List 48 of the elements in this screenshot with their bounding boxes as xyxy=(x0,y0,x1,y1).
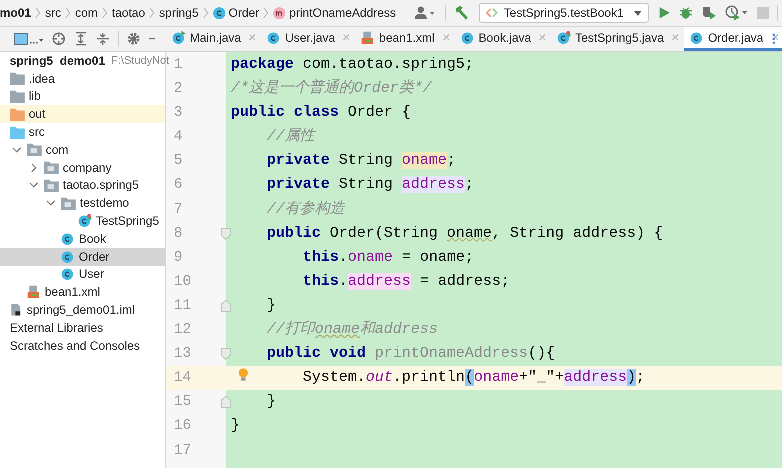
editor-tab[interactable]: TestSpring5.java xyxy=(551,27,684,51)
tree-item[interactable]: com xyxy=(0,140,165,159)
tree-item[interactable]: company xyxy=(0,158,165,177)
line-number: 14 xyxy=(166,366,226,390)
editor-tab[interactable]: Book.java xyxy=(454,27,552,51)
code-line: this.address = address; xyxy=(302,272,510,292)
code-line: System.out.println(oname+"_"+address); xyxy=(302,368,646,388)
code-line: package com.taotao.spring5; xyxy=(231,55,474,75)
project-path: F:\StudyNot xyxy=(111,54,170,67)
breadcrumb-item[interactable]: com xyxy=(71,6,102,20)
editor-tab[interactable]: Main.java xyxy=(166,27,262,51)
code-line: //有参构造 xyxy=(266,200,346,220)
tree-item[interactable]: spring5_demo01.iml xyxy=(0,301,165,319)
breadcrumb-item[interactable]: taotao xyxy=(108,6,150,20)
tree-item[interactable]: taotao.spring5 xyxy=(0,176,165,194)
code-line: public Order(String oname, String address) { xyxy=(266,224,664,244)
tree-item[interactable]: TestSpring5 xyxy=(0,212,165,230)
breadcrumb-item[interactable]: printOnameAddress xyxy=(269,6,400,20)
tree-item[interactable]: External Libraries xyxy=(0,318,165,337)
code-line: this.oname = oname; xyxy=(302,248,474,268)
editor-tab[interactable]: bean1.xml xyxy=(355,27,455,51)
code-line: public class Order { xyxy=(231,103,412,124)
tree-item[interactable]: Order xyxy=(0,248,165,266)
tree-item[interactable]: src xyxy=(0,123,165,141)
breadcrumb-item[interactable]: src xyxy=(41,6,66,20)
tree-item[interactable]: Scratches and Consoles xyxy=(0,336,165,355)
editor-tab[interactable]: Order.java xyxy=(684,27,782,51)
tree-item[interactable]: out xyxy=(0,105,165,124)
tree-item[interactable]: User xyxy=(0,266,165,284)
run-configuration-dropdown[interactable]: TestSpring5.testBook1 xyxy=(478,3,649,23)
tree-item[interactable]: Book xyxy=(0,230,165,248)
tree-item[interactable]: bean1.xml xyxy=(0,283,165,302)
breadcrumb-item[interactable]: spring5 xyxy=(155,6,203,20)
tree-item[interactable]: testdemo xyxy=(0,194,165,212)
code-line: private String oname; xyxy=(266,151,456,172)
code-line: private String address; xyxy=(266,175,474,196)
code-line: public void printOnameAddress(){ xyxy=(266,344,556,364)
editor-tab[interactable]: User.java xyxy=(261,27,356,51)
breadcrumb-item[interactable]: mo01 xyxy=(0,6,36,20)
code-line: } xyxy=(231,416,240,436)
code-line: //打印oname和address xyxy=(266,320,438,340)
code-line: } xyxy=(266,392,276,412)
code-line: /*这是一个普通的Order类*/ xyxy=(231,78,432,100)
breadcrumb-item[interactable]: Order xyxy=(208,6,264,20)
tree-item[interactable]: .idea xyxy=(0,70,165,88)
code-line: } xyxy=(266,296,276,316)
code-line: //属性 xyxy=(266,126,316,148)
tree-item[interactable]: lib xyxy=(0,88,165,106)
